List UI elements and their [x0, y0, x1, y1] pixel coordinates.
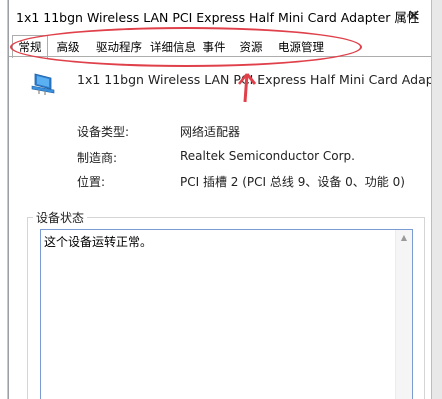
location-label: 位置:: [77, 175, 106, 189]
close-button[interactable]: ✕: [396, 0, 432, 30]
status-scrollbar[interactable]: ▲: [395, 230, 412, 399]
device-status-label: 设备状态: [33, 209, 88, 226]
location-value: PCI 插槽 2 (PCI 总线 9、设备 0、功能 0): [180, 175, 405, 189]
tab-strip: 常规 高级 驱动程序 详细信息 事件 资源 电源管理: [9, 35, 432, 58]
tab-power-management[interactable]: 电源管理: [275, 37, 327, 57]
tab-general[interactable]: 常规: [12, 35, 48, 58]
scroll-up-icon[interactable]: ▲: [396, 230, 412, 246]
annotation-arrow-icon: [238, 73, 257, 103]
close-icon: ✕: [407, 5, 421, 25]
manufacturer-label: 制造商:: [77, 151, 118, 165]
background-window-edge: [0, 0, 8, 399]
tab-driver[interactable]: 驱动程序: [91, 37, 147, 57]
device-type-value: 网络适配器: [180, 125, 241, 139]
screen: 1x1 11bgn Wireless LAN PCI Express Half …: [0, 0, 442, 399]
device-status-text: 这个设备运转正常。: [44, 235, 153, 249]
title-bar[interactable]: 1x1 11bgn Wireless LAN PCI Express Half …: [9, 0, 432, 34]
tab-events[interactable]: 事件: [199, 37, 229, 57]
tab-resources[interactable]: 资源: [234, 37, 268, 57]
device-status-textbox[interactable]: 这个设备运转正常。 ▲: [40, 229, 413, 399]
background-window-right-edge: [431, 0, 442, 399]
manufacturer-value: Realtek Semiconductor Corp.: [180, 149, 355, 163]
device-type-label: 设备类型:: [77, 125, 130, 139]
properties-dialog: 1x1 11bgn Wireless LAN PCI Express Half …: [8, 0, 442, 399]
network-adapter-icon: [31, 73, 55, 95]
tab-details[interactable]: 详细信息: [148, 37, 198, 57]
dialog-title: 1x1 11bgn Wireless LAN PCI Express Half …: [16, 10, 420, 25]
tab-advanced[interactable]: 高级: [49, 37, 87, 57]
tab-divider: [9, 56, 432, 57]
